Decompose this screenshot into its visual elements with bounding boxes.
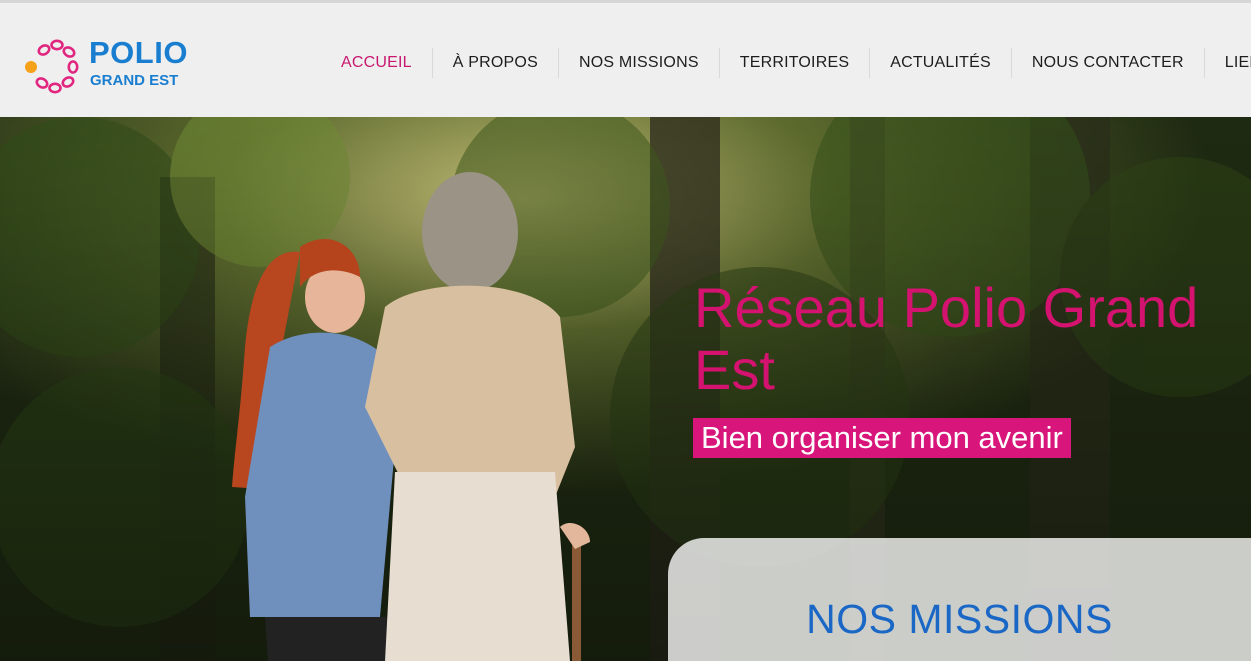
nav-item-accueil[interactable]: ACCUEIL — [320, 6, 432, 120]
site-logo[interactable]: POLIO GRAND EST — [24, 37, 204, 97]
flower-logo-icon — [25, 39, 79, 94]
nav-item-actualites[interactable]: ACTUALITÉS — [869, 6, 1011, 120]
logo-title: POLIO — [89, 35, 188, 70]
nav-item-liens[interactable]: LIEN — [1203, 6, 1251, 120]
main-nav: ACCUEIL À PROPOS NOS MISSIONS TERRITOIRE… — [320, 6, 1251, 120]
missions-card: NOS MISSIONS — [668, 538, 1251, 661]
missions-title: NOS MISSIONS — [806, 596, 1113, 642]
hero-banner: Réseau Polio Grand Est Bien organiser mo… — [0, 117, 1251, 661]
nav-item-a-propos[interactable]: À PROPOS — [431, 6, 558, 120]
logo-subtitle: GRAND EST — [90, 72, 179, 89]
nav-item-territoires[interactable]: TERRITOIRES — [718, 6, 869, 120]
nav-item-nos-missions[interactable]: NOS MISSIONS — [557, 6, 719, 120]
nav-item-nous-contacter[interactable]: NOUS CONTACTER — [1010, 6, 1204, 120]
hero-tagline: Bien organiser mon avenir — [693, 418, 1071, 458]
hero-title: Réseau Polio Grand Est — [694, 276, 1199, 401]
page: POLIO GRAND EST ACCUEIL À PROPOS NOS MIS… — [0, 0, 1251, 661]
site-header: POLIO GRAND EST ACCUEIL À PROPOS NOS MIS… — [0, 3, 1251, 117]
